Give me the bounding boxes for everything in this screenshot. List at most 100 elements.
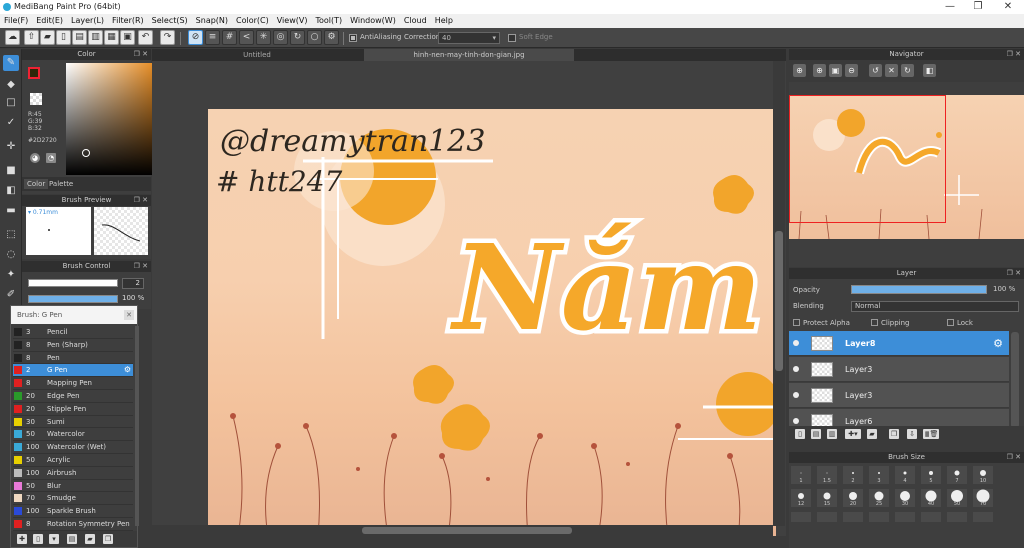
radial-snap-icon[interactable]: ✳: [256, 30, 271, 45]
artwork-canvas[interactable]: @dreamytran123 # htt247 Nắm: [208, 109, 776, 536]
panel-close-icon[interactable]: ❐ ✕: [1007, 49, 1021, 60]
color-cursor[interactable]: [82, 149, 90, 157]
save-icon[interactable]: ▤: [72, 30, 87, 45]
brush-size-option[interactable]: 50: [947, 489, 967, 507]
brush-size-option[interactable]: 7: [947, 466, 967, 484]
select-tool-icon[interactable]: ⬚: [3, 227, 19, 243]
rotate-right-icon[interactable]: ↻: [901, 64, 914, 77]
brush-item[interactable]: 8 Pen: [13, 352, 133, 365]
transparent-color-swatch[interactable]: [30, 93, 42, 105]
tab-color[interactable]: Color: [24, 179, 49, 189]
new-brush-icon[interactable]: ▯: [33, 534, 43, 544]
menu-snap[interactable]: Snap(N): [196, 14, 228, 28]
menu-view[interactable]: View(V): [277, 14, 308, 28]
shape-fill-icon[interactable]: ■: [3, 163, 19, 179]
menu-cloud[interactable]: Cloud: [404, 14, 427, 28]
layer-row[interactable]: Layer3: [789, 383, 1009, 408]
dot-tool-icon[interactable]: □: [3, 95, 19, 111]
menu-edit[interactable]: Edit(E): [36, 14, 63, 28]
visibility-icon[interactable]: [793, 366, 799, 372]
correction-select[interactable]: 40 ▾: [438, 32, 500, 44]
menu-window[interactable]: Window(W): [350, 14, 396, 28]
new-file-icon[interactable]: ▯: [56, 30, 71, 45]
brush-size-option[interactable]: [817, 512, 837, 522]
layer-menu-icon[interactable]: ✚▾: [845, 429, 861, 439]
brush-item[interactable]: 50 Blur: [13, 480, 133, 493]
bucket-tool-icon[interactable]: ◧: [3, 183, 19, 199]
brush-item[interactable]: 30 Sumi: [13, 416, 133, 429]
brush-size-option[interactable]: 5: [921, 466, 941, 484]
brush-item[interactable]: 20 Stipple Pen: [13, 403, 133, 416]
menu-select[interactable]: Select(S): [152, 14, 188, 28]
navigator-viewport-frame[interactable]: [789, 95, 946, 223]
grid-icon[interactable]: ▦: [104, 30, 119, 45]
brush-item[interactable]: 8 Rotation Symmetry Pen: [13, 518, 133, 531]
gradient-tool-icon[interactable]: ▬: [3, 203, 19, 219]
zoom-in-alt-icon[interactable]: ⊕: [813, 64, 826, 77]
menu-tool[interactable]: Tool(T): [315, 14, 342, 28]
brush-item[interactable]: 100 Sparkle Brush: [13, 505, 133, 518]
export-icon[interactable]: ▣: [120, 30, 135, 45]
soft-edge-checkbox[interactable]: [508, 34, 516, 42]
lasso-tool-icon[interactable]: ◌: [3, 247, 19, 263]
move-tool-icon[interactable]: ✛: [3, 139, 19, 155]
lock-checkbox[interactable]: Lock: [947, 319, 973, 327]
concentric-snap-icon[interactable]: ◎: [273, 30, 288, 45]
brush-size-option[interactable]: 10: [973, 466, 993, 484]
delete-layer-icon[interactable]: 🗑: [929, 429, 939, 439]
select-pen-icon[interactable]: ✓: [3, 115, 19, 131]
layer-scrollbar[interactable]: [1011, 332, 1019, 428]
saturation-value-picker[interactable]: [66, 63, 156, 175]
menu-help[interactable]: Help: [435, 14, 453, 28]
undo-icon[interactable]: ↶: [138, 30, 153, 45]
upload-icon[interactable]: ⇧: [24, 30, 39, 45]
maximize-button[interactable]: ❐: [964, 0, 992, 14]
add-brush-icon[interactable]: ✚: [17, 534, 27, 544]
brush-size-option[interactable]: 12: [791, 489, 811, 507]
brush-size-option[interactable]: [895, 512, 915, 522]
brush-size-option[interactable]: 1.5: [817, 466, 837, 484]
eraser-tool-icon[interactable]: ◆: [3, 77, 19, 93]
palette-wheel-icon[interactable]: ◕: [30, 153, 40, 163]
brush-menu-icon[interactable]: ▾: [49, 534, 59, 544]
close-button[interactable]: ✕: [994, 0, 1022, 14]
comment-icon[interactable]: ▰: [40, 30, 55, 45]
new-8bit-layer-icon[interactable]: ▥: [827, 429, 837, 439]
brush-size-option[interactable]: 3: [869, 466, 889, 484]
canvas-vertical-scrollbar[interactable]: [773, 61, 785, 526]
brush-item[interactable]: 2 G Pen ⚙: [13, 364, 133, 378]
menu-layer[interactable]: Layer(L): [71, 14, 104, 28]
brush-item[interactable]: 50 Acrylic: [13, 454, 133, 467]
horizontal-scroll-thumb[interactable]: [362, 527, 572, 534]
visibility-icon[interactable]: [793, 418, 799, 424]
cloud-icon[interactable]: ☁: [5, 30, 20, 45]
visibility-icon[interactable]: [793, 340, 799, 346]
brush-size-option[interactable]: [843, 512, 863, 522]
brush-item[interactable]: 8 Pen (Sharp): [13, 339, 133, 352]
brush-size-option[interactable]: 15: [817, 489, 837, 507]
parallel-snap-icon[interactable]: ≡: [205, 30, 220, 45]
select-pen-tool-icon[interactable]: ✐: [3, 287, 19, 303]
vanishing-snap-icon[interactable]: <: [239, 30, 254, 45]
magic-wand-icon[interactable]: ✦: [3, 267, 19, 283]
brush-list-scrollbar[interactable]: [135, 326, 139, 526]
layer-row[interactable]: Layer8 ⚙: [789, 331, 1009, 356]
minimize-button[interactable]: —: [936, 0, 964, 14]
tab-image-file[interactable]: hinh-nen-may-tinh-don-gian.jpg: [364, 49, 574, 61]
brush-size-option[interactable]: 30: [895, 489, 915, 507]
reset-view-icon[interactable]: ✕: [885, 64, 898, 77]
curve-snap-icon[interactable]: ↻: [290, 30, 305, 45]
brush-size-option[interactable]: 25: [869, 489, 889, 507]
eyedropper-icon[interactable]: ◔: [46, 153, 56, 163]
redo-icon[interactable]: ↷: [160, 30, 175, 45]
zoom-out-icon[interactable]: ⊖: [845, 64, 858, 77]
brush-size-option[interactable]: [791, 512, 811, 522]
panel-close-icon[interactable]: ❐ ✕: [134, 49, 148, 60]
flip-icon[interactable]: ◧: [923, 64, 936, 77]
brush-size-field[interactable]: 2: [122, 278, 144, 289]
snap-off-icon[interactable]: ⊘: [188, 30, 203, 45]
vertical-scroll-thumb[interactable]: [775, 231, 783, 371]
panel-close-icon[interactable]: ❐ ✕: [1007, 268, 1021, 279]
foreground-color-swatch[interactable]: [28, 67, 40, 79]
brush-size-option[interactable]: 20: [843, 489, 863, 507]
